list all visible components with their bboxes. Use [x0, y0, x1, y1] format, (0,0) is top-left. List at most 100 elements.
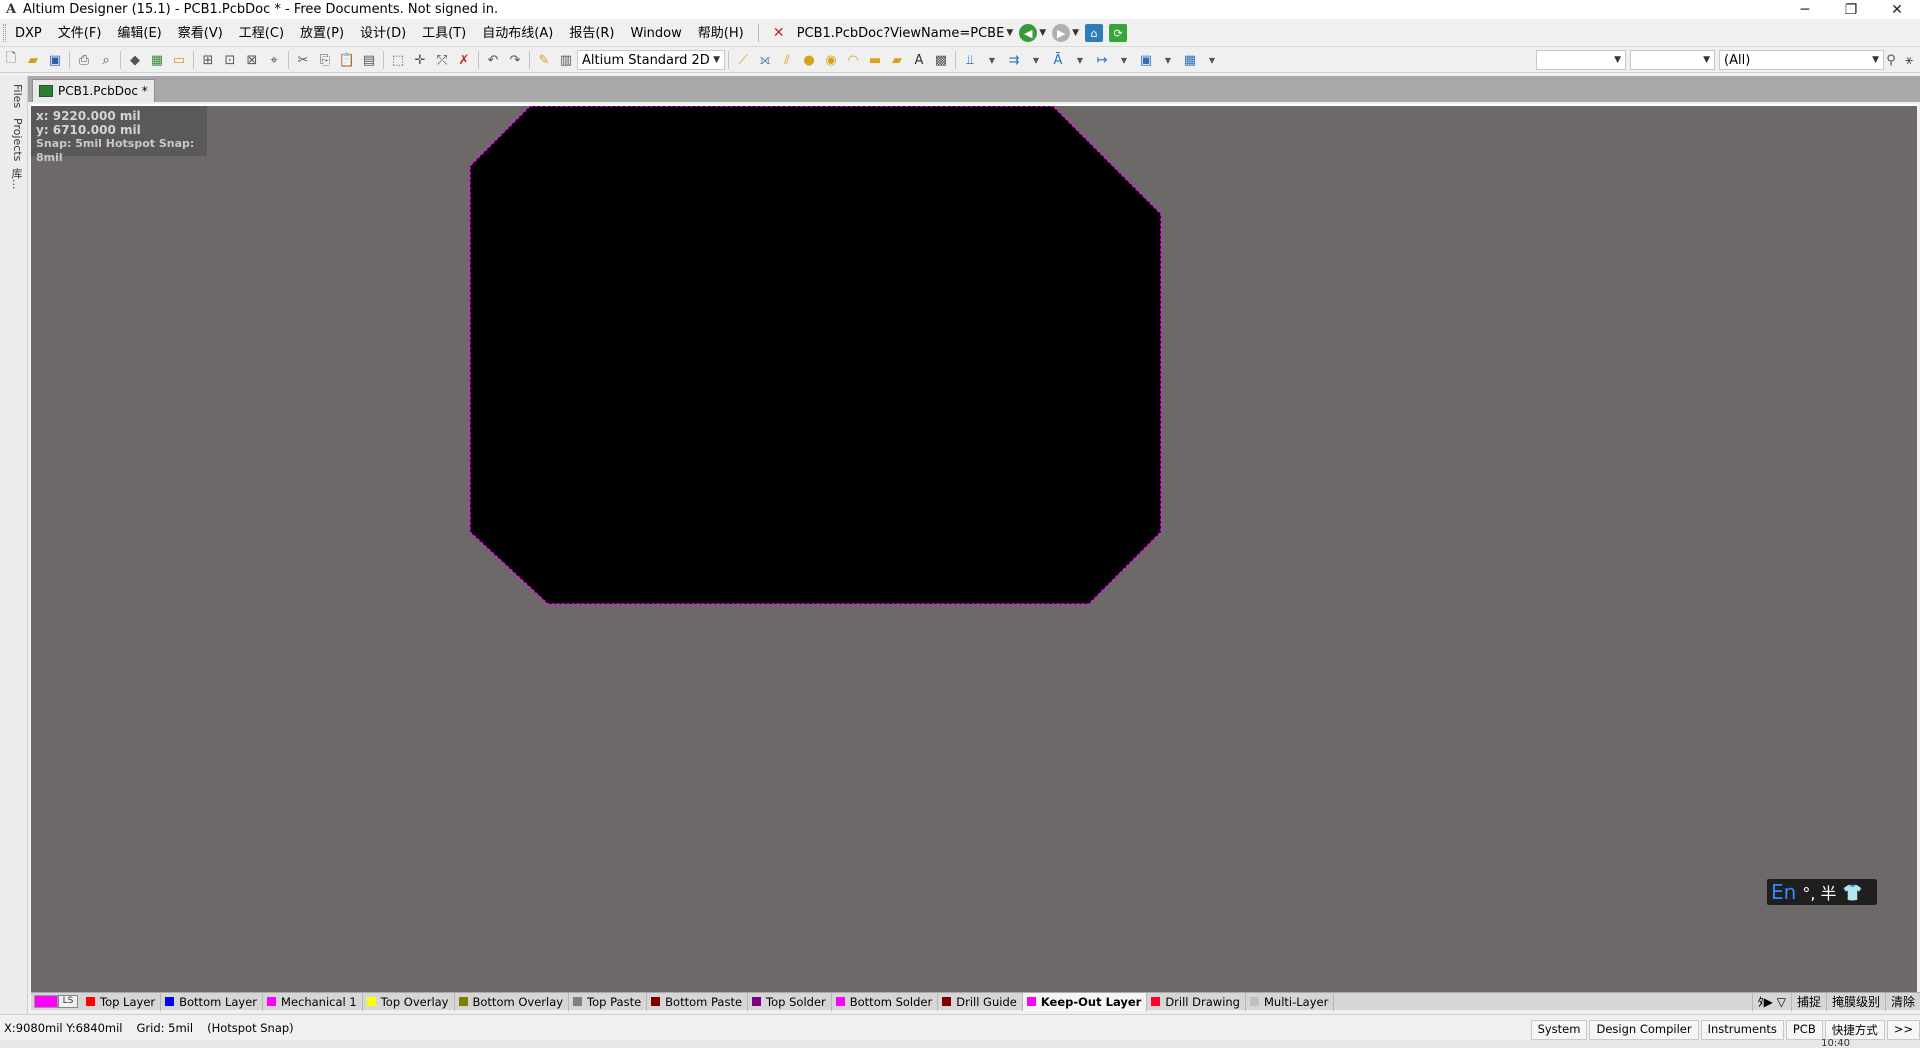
library-icon[interactable]: ▦	[146, 49, 168, 71]
close-document-icon[interactable]: ✕	[771, 25, 787, 41]
menu-file[interactable]: 文件(F)	[50, 20, 110, 47]
tab-projects[interactable]: Projects	[4, 118, 24, 161]
forward-icon[interactable]: ▶	[1052, 24, 1071, 42]
via-icon[interactable]: ◉	[820, 49, 842, 71]
align-dropdown-icon[interactable]: ▼	[981, 49, 1003, 71]
tab-library[interactable]: 库...	[4, 168, 24, 190]
address-dropdown-icon[interactable]: ▼	[1006, 28, 1013, 38]
save-icon[interactable]: ▣	[44, 49, 66, 71]
home-icon[interactable]: ⌂	[1085, 24, 1104, 42]
filter-select-2[interactable]: ▼	[1630, 50, 1715, 70]
board-outline[interactable]	[469, 106, 1162, 605]
pad-icon[interactable]: ●	[798, 49, 820, 71]
menu-edit[interactable]: 编辑(E)	[109, 20, 169, 47]
room-icon[interactable]: ▣	[1135, 49, 1157, 71]
multi-route-icon[interactable]: ⫽	[776, 49, 798, 71]
menu-view[interactable]: 察看(V)	[170, 20, 231, 47]
menu-dxp[interactable]: DXP	[11, 20, 50, 47]
layer-tab[interactable]: Drill Guide	[938, 992, 1023, 1011]
text-tools-icon[interactable]: Ā	[1047, 49, 1069, 71]
cross-probe-icon[interactable]: ✎	[533, 49, 555, 71]
rubber-stamp-icon[interactable]: ▤	[358, 49, 380, 71]
ime-indicator[interactable]: En °, 半 👕	[1767, 879, 1877, 905]
arc-icon[interactable]: ◠	[842, 49, 864, 71]
layer-tab[interactable]: Keep-Out Layer	[1022, 992, 1148, 1011]
minimize-button[interactable]: ─	[1782, 0, 1828, 19]
deselect-icon[interactable]: ⤱	[431, 49, 453, 71]
clear-button[interactable]: 清除	[1884, 993, 1920, 1011]
panel-design-compiler[interactable]: Design Compiler	[1589, 1020, 1699, 1040]
component-icon[interactable]: ▩	[930, 49, 952, 71]
restore-button[interactable]: ❐	[1828, 0, 1874, 19]
align-icon[interactable]: ⫫	[959, 49, 981, 71]
copy-icon[interactable]: ⎘	[314, 49, 336, 71]
layer-tab[interactable]: Top Paste	[569, 992, 648, 1011]
zoom-selected-icon[interactable]: ⊠	[241, 49, 263, 71]
polygon-icon[interactable]: ▰	[886, 49, 908, 71]
text-dropdown-icon[interactable]: ▼	[1069, 49, 1091, 71]
paste-icon[interactable]: 📋	[336, 49, 358, 71]
pcb-canvas[interactable]: x: 9220.000 mil y: 6710.000 mil Snap: 5m…	[31, 104, 1917, 992]
menu-tools[interactable]: 工具(T)	[414, 20, 474, 47]
tab-files[interactable]: Files	[4, 84, 24, 108]
layer-set-button[interactable]: LS	[58, 995, 78, 1008]
view-mode-select[interactable]: Altium Standard 2D ▼	[577, 50, 725, 70]
zoom-fit-icon[interactable]: ⊞	[197, 49, 219, 71]
room-dropdown-icon[interactable]: ▼	[1157, 49, 1179, 71]
distribute-icon[interactable]: ⇉	[1003, 49, 1025, 71]
diff-pair-route-icon[interactable]: ⟗	[754, 49, 776, 71]
clear-filter-icon[interactable]: ⚹	[1898, 49, 1920, 71]
layer-tab[interactable]: Top Overlay	[363, 992, 455, 1011]
distribute-dropdown-icon[interactable]: ▼	[1025, 49, 1047, 71]
layer-tab[interactable]: Bottom Overlay	[455, 992, 570, 1011]
panel-system[interactable]: System	[1530, 1020, 1588, 1040]
browse-components-icon[interactable]: ▥	[555, 49, 577, 71]
layer-tab[interactable]: Bottom Solder	[832, 992, 939, 1011]
menu-place[interactable]: 放置(P)	[292, 20, 352, 47]
grid-dropdown-icon[interactable]: ▼	[1201, 49, 1223, 71]
menu-design[interactable]: 设计(D)	[352, 20, 414, 47]
layer-tab[interactable]: Drill Drawing	[1147, 992, 1246, 1011]
menu-reports[interactable]: 报告(R)	[561, 20, 622, 47]
select-area-icon[interactable]: ⬚	[387, 49, 409, 71]
menubar-grip-icon[interactable]	[3, 24, 6, 42]
layer-tab[interactable]: Multi-Layer	[1246, 992, 1335, 1011]
string-icon[interactable]: A	[908, 49, 930, 71]
cut-icon[interactable]: ✂	[292, 49, 314, 71]
refresh-icon[interactable]: ⟳	[1109, 24, 1128, 42]
document-tab[interactable]: PCB1.PcbDoc *	[32, 79, 155, 102]
grid-icon[interactable]: ▦	[1179, 49, 1201, 71]
mask-level-button[interactable]: 掩膜级别	[1825, 993, 1885, 1011]
menu-window[interactable]: Window	[623, 20, 690, 47]
clear-icon[interactable]: ✗	[453, 49, 475, 71]
new-file-icon[interactable]: 🗋	[0, 49, 22, 71]
layer-tab[interactable]: Top Layer	[82, 992, 162, 1011]
dimension-dropdown-icon[interactable]: ▼	[1113, 49, 1135, 71]
folder-icon[interactable]: ▭	[168, 49, 190, 71]
menu-autoroute[interactable]: 自动布线(A)	[474, 20, 561, 47]
menu-help[interactable]: 帮助(H)	[690, 20, 752, 47]
layer-tab[interactable]: Mechanical 1	[263, 992, 363, 1011]
board-3d-icon[interactable]: ◆	[124, 49, 146, 71]
dimension-icon[interactable]: ↦	[1091, 49, 1113, 71]
forward-dropdown-icon[interactable]: ▼	[1072, 28, 1079, 38]
layer-tab[interactable]: Bottom Paste	[647, 992, 749, 1011]
panel-instruments[interactable]: Instruments	[1700, 1020, 1784, 1040]
filter-all-select[interactable]: (All) ▼	[1719, 50, 1884, 70]
back-icon[interactable]: ◀	[1019, 24, 1038, 42]
snap-toggle[interactable]: ﾀ▶ ▽	[1751, 993, 1791, 1011]
current-layer-color[interactable]	[34, 995, 58, 1008]
close-button[interactable]: ✕	[1874, 0, 1920, 19]
back-dropdown-icon[interactable]: ▼	[1039, 28, 1046, 38]
interactive-route-icon[interactable]: ⟋	[732, 49, 754, 71]
move-icon[interactable]: ✛	[409, 49, 431, 71]
panel-more[interactable]: >>	[1886, 1020, 1920, 1040]
filter-select-1[interactable]: ▼	[1536, 50, 1626, 70]
print-preview-icon[interactable]: ⌕	[95, 49, 117, 71]
fill-icon[interactable]: ▬	[864, 49, 886, 71]
document-address[interactable]: PCB1.PcbDoc?ViewName=PCBE	[797, 26, 1005, 41]
undo-icon[interactable]: ↶	[482, 49, 504, 71]
print-icon[interactable]: ⎙	[73, 49, 95, 71]
snap-button[interactable]: 捕捉	[1790, 993, 1826, 1011]
panel-pcb[interactable]: PCB	[1785, 1020, 1823, 1040]
